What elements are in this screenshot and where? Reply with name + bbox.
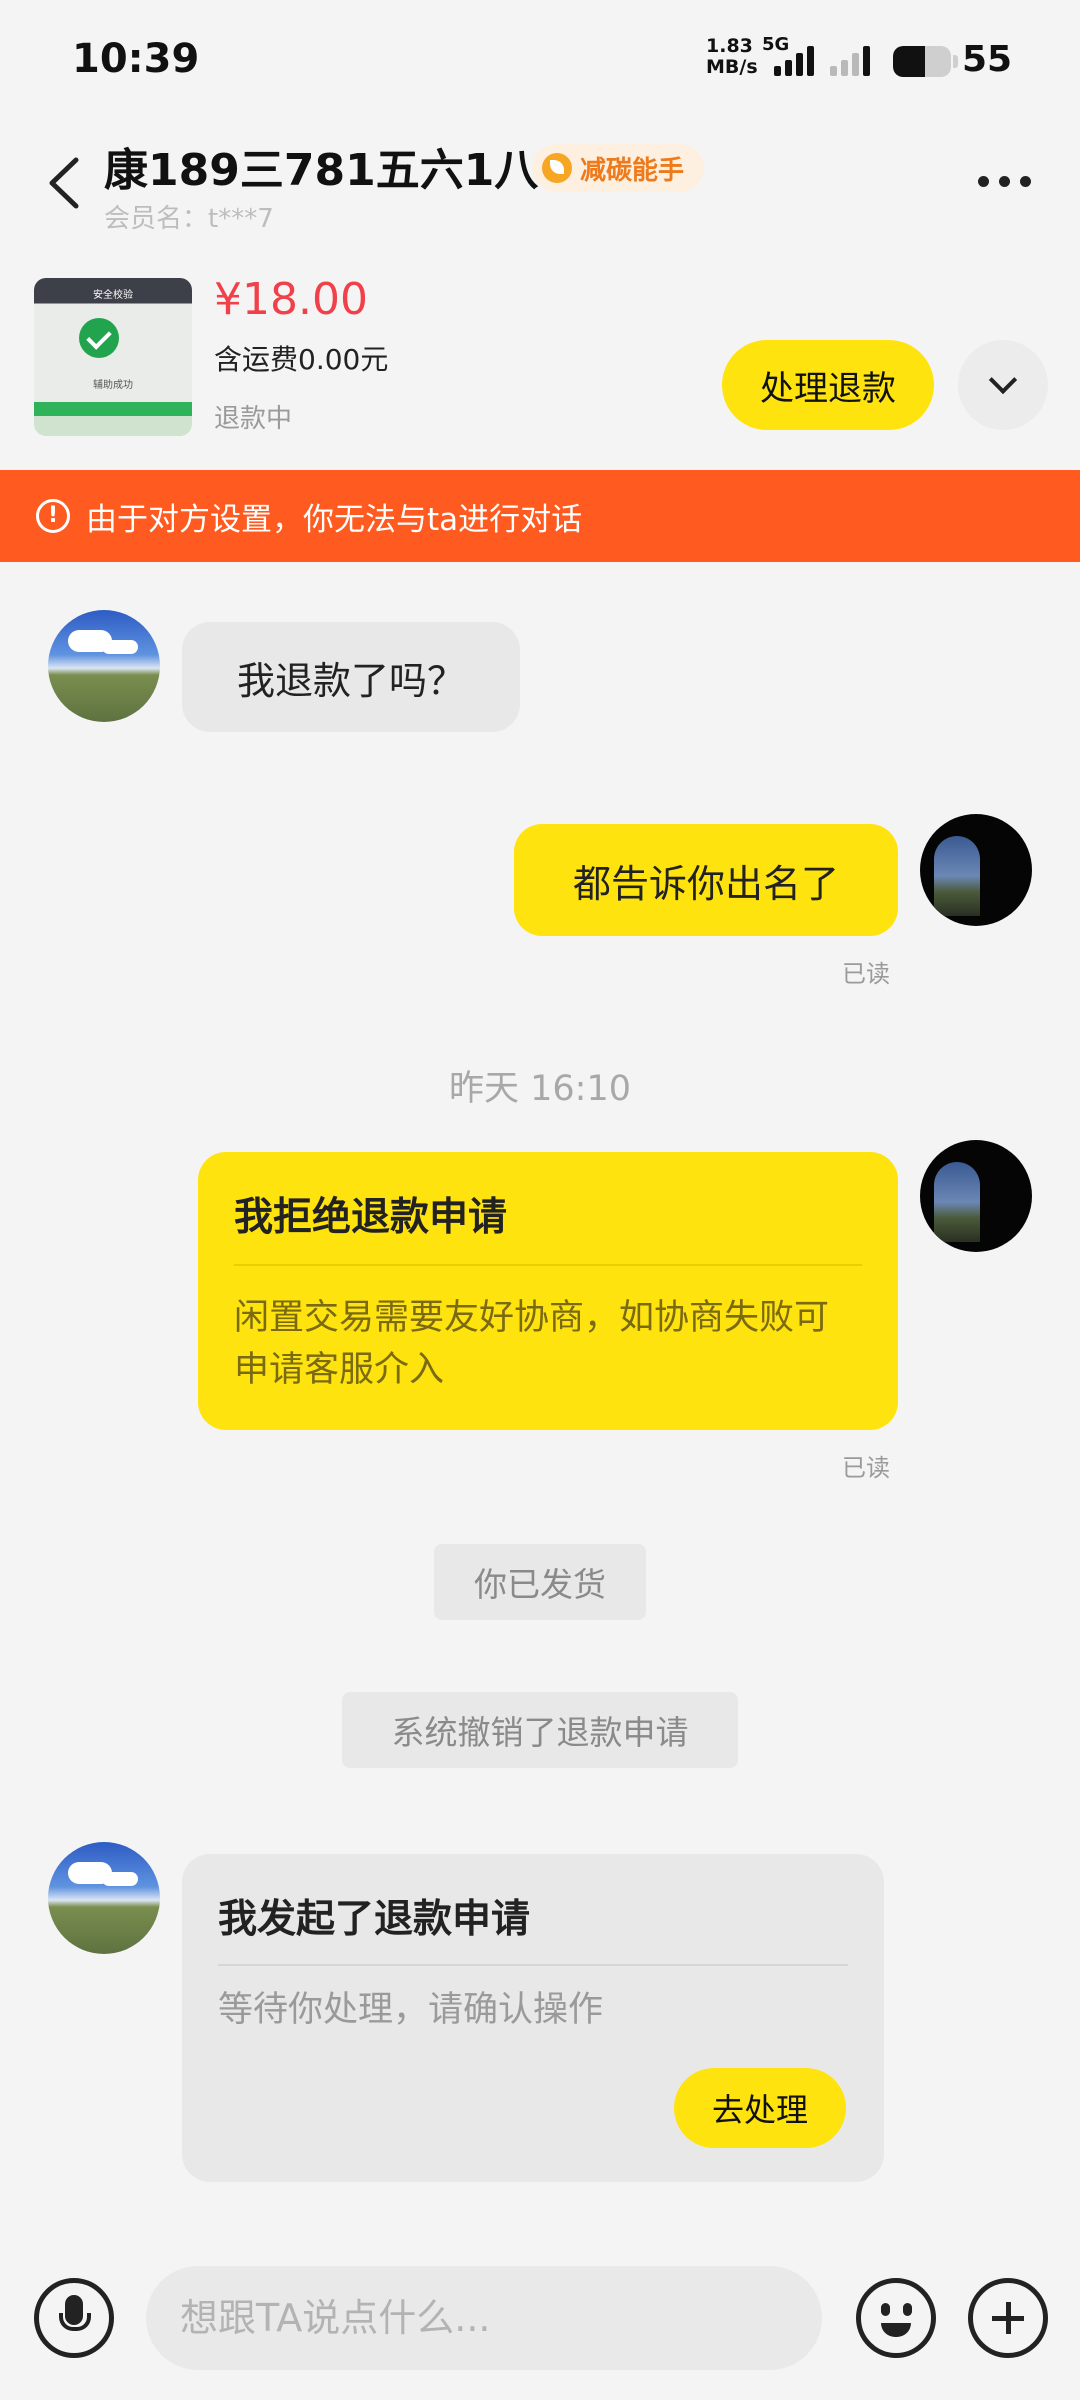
dot-icon [999, 176, 1010, 187]
go-process-button[interactable]: 去处理 [674, 2068, 846, 2148]
system-notice-text: 系统撤销了退款申请 [391, 1713, 689, 1752]
thumbnail-status: 辅助成功 [93, 380, 133, 391]
shipping-fee: 含运费0.00元 [214, 343, 389, 376]
my-avatar[interactable] [920, 1140, 1032, 1252]
message-input[interactable] [146, 2266, 822, 2370]
battery-icon [893, 46, 951, 77]
message-text: 都告诉你出名了 [572, 861, 839, 906]
network-speed-unit: MB/s [706, 56, 758, 78]
message-text: 我退款了吗？ [236, 658, 465, 703]
emoji-icon[interactable] [856, 2278, 936, 2358]
thumbnail-title: 安全校验 [93, 290, 133, 301]
check-icon [79, 318, 119, 358]
process-refund-button[interactable]: 处理退款 [722, 340, 934, 430]
card-title: 我拒绝退款申请 [234, 1195, 508, 1240]
card-divider [218, 1964, 848, 1966]
network-speed-value: 1.83 [706, 35, 753, 57]
incoming-message[interactable]: 我退款了吗？ [182, 622, 520, 732]
my-avatar[interactable] [920, 814, 1032, 926]
eco-badge-label: 减碳能手 [580, 155, 685, 186]
system-notice-text: 你已发货 [474, 1565, 606, 1604]
status-bar: 10:39 1.83 MB/s 5G 55 [0, 0, 1080, 130]
plus-icon[interactable] [968, 2278, 1048, 2358]
chevron-left-icon [49, 157, 79, 209]
expand-button[interactable] [958, 340, 1048, 430]
card-body: 闲置交易需要友好协商，如协商失败可申请客服介入 [234, 1298, 830, 1390]
network-speed: 1.83 MB/s [706, 36, 760, 78]
signal-secondary-icon [830, 46, 870, 76]
card-body: 等待你处理，请确认操作 [218, 1990, 604, 2030]
member-name: 会员名：t***7 [104, 204, 274, 234]
system-notice: 你已发货 [434, 1544, 646, 1620]
refund-rejected-card[interactable]: 我拒绝退款申请 闲置交易需要友好协商，如协商失败可申请客服介入 [198, 1152, 898, 1430]
chat-restriction-banner: ! 由于对方设置，你无法与ta进行对话 [0, 470, 1080, 562]
eco-badge[interactable]: 减碳能手 [532, 144, 705, 192]
back-button[interactable] [40, 150, 92, 216]
product-thumbnail[interactable]: 安全校验 辅助成功 [34, 278, 192, 436]
product-price: ¥18.00 [214, 274, 368, 325]
card-title: 我发起了退款申请 [218, 1897, 531, 1942]
system-notice: 系统撤销了退款申请 [342, 1692, 738, 1768]
refund-request-card[interactable]: 我发起了退款申请 等待你处理，请确认操作 去处理 [182, 1854, 884, 2182]
contact-avatar[interactable] [48, 610, 160, 722]
read-receipt: 已读 [842, 960, 890, 988]
chat-timestamp: 昨天 16:10 [449, 1069, 631, 1109]
more-options-button[interactable] [978, 176, 1031, 187]
battery-cap [953, 55, 958, 68]
read-receipt: 已读 [842, 1454, 890, 1482]
status-time: 10:39 [72, 36, 200, 82]
alert-icon: ! [36, 499, 70, 533]
battery-percent: 55 [962, 39, 1013, 80]
thumbnail-bar [34, 402, 192, 416]
leaf-icon [542, 153, 572, 183]
dot-icon [978, 176, 989, 187]
refund-status: 退款中 [214, 404, 293, 434]
contact-name[interactable]: 康189三781五六1八 [104, 134, 538, 198]
banner-text: 由于对方设置，你无法与ta进行对话 [86, 501, 583, 538]
microphone-icon[interactable] [34, 2278, 114, 2358]
signal-icon [774, 46, 814, 76]
dot-icon [1020, 176, 1031, 187]
card-divider [234, 1264, 862, 1266]
outgoing-message[interactable]: 都告诉你出名了 [514, 824, 898, 936]
contact-avatar[interactable] [48, 1842, 160, 1954]
